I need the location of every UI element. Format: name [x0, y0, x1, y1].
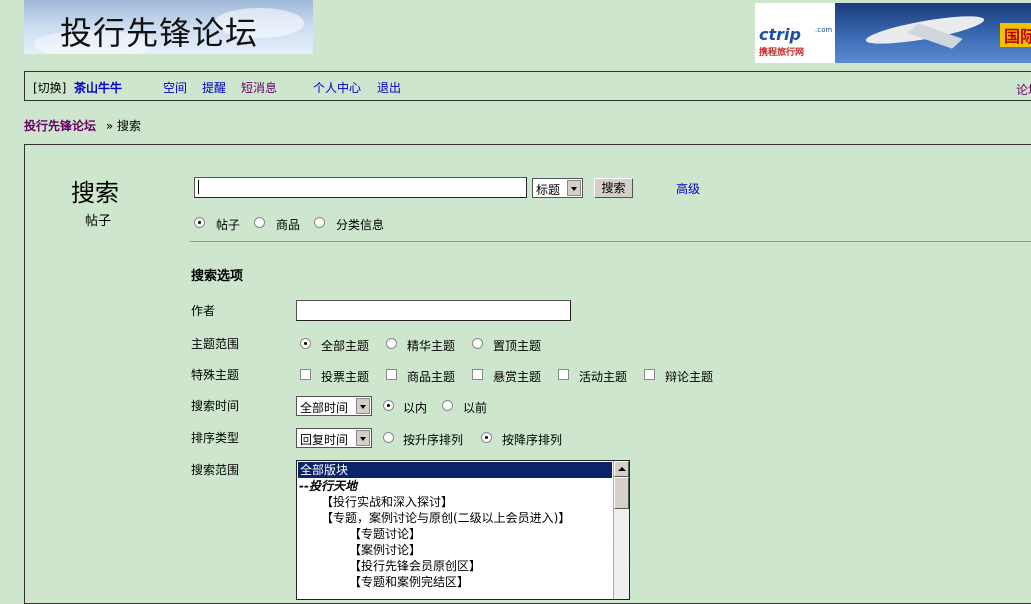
time-within-radio[interactable] [383, 400, 394, 411]
sort-asc-radio[interactable] [383, 432, 394, 443]
time-within-label: 以内 [403, 401, 428, 415]
chevron-down-icon [567, 180, 581, 196]
special-goods-label: 商品主题 [407, 370, 456, 384]
range-sticky-label: 置顶主题 [493, 339, 542, 353]
listbox-option[interactable]: 【投行先锋会员原创区】 [349, 558, 481, 574]
scroll-up-icon[interactable] [614, 461, 629, 477]
type-classified-label: 分类信息 [336, 218, 385, 232]
search-input[interactable] [194, 177, 527, 198]
nav-messages-link[interactable]: 短消息 [241, 79, 277, 96]
range-digest-radio[interactable] [386, 338, 397, 349]
special-topic-label: 特殊主题 [191, 368, 240, 382]
special-debate-checkbox[interactable] [644, 369, 655, 380]
switch-user-label[interactable]: [切换] [33, 79, 66, 96]
breadcrumb-separator: » [105, 119, 114, 133]
listbox-scrollbar[interactable] [613, 461, 629, 599]
special-reward-label: 悬赏主题 [493, 370, 542, 384]
listbox-option[interactable]: --投行天地 [299, 478, 357, 494]
special-activity-label: 活动主题 [579, 370, 628, 384]
ad-tagline: 国际 [1000, 23, 1031, 47]
username-link[interactable]: 茶山牛牛 [74, 79, 122, 96]
ad-brand-cn: 携程旅行网 [759, 48, 805, 58]
logo-title: 投行先锋论坛 [60, 14, 259, 52]
topic-range-label: 主题范围 [191, 337, 240, 351]
type-classified-radio[interactable] [314, 217, 325, 228]
range-sticky-radio[interactable] [472, 338, 483, 349]
sort-asc-label: 按升序排列 [403, 433, 464, 447]
options-section-title: 搜索选项 [191, 269, 244, 284]
listbox-option[interactable]: 全部版块 [298, 462, 612, 478]
time-before-label: 以前 [463, 401, 488, 415]
range-digest-label: 精华主题 [407, 339, 456, 353]
breadcrumb: 投行先锋论坛 » 搜索 [24, 117, 141, 134]
nav-forum-link[interactable]: 论坛 [1016, 81, 1031, 98]
nav-space-link[interactable]: 空间 [163, 79, 187, 96]
chevron-down-icon [356, 398, 370, 414]
page-subtitle: 帖子 [85, 214, 112, 229]
divider [190, 241, 1031, 242]
sort-type-value: 回复时间 [300, 433, 349, 447]
special-goods-checkbox[interactable] [386, 369, 397, 380]
search-button[interactable]: 搜索 [594, 178, 633, 198]
ctrip-ad-banner[interactable]: ctrip .com 携程旅行网 国际 [755, 3, 1031, 63]
special-debate-label: 辩论主题 [665, 370, 714, 384]
sort-desc-label: 按降序排列 [502, 433, 563, 447]
nav-logout-link[interactable]: 退出 [377, 79, 401, 96]
ad-brand-suffix: .com [815, 26, 833, 34]
scrollbar-thumb[interactable] [614, 477, 629, 509]
sort-type-label: 排序类型 [191, 431, 240, 445]
range-all-radio[interactable] [300, 338, 311, 349]
time-before-radio[interactable] [442, 400, 453, 411]
forum-logo[interactable]: 投行先锋论坛 [24, 0, 313, 54]
range-all-label: 全部主题 [321, 339, 370, 353]
chevron-down-icon [356, 430, 370, 446]
search-scope-select[interactable]: 标题 [532, 178, 583, 198]
sort-desc-radio[interactable] [481, 432, 492, 443]
type-posts-radio[interactable] [194, 217, 205, 228]
nav-reminders-link[interactable]: 提醒 [202, 79, 226, 96]
author-input[interactable] [296, 300, 571, 321]
breadcrumb-current: 搜索 [117, 119, 142, 133]
type-posts-label: 帖子 [216, 218, 241, 232]
listbox-option[interactable]: 【投行实战和深入探讨】 [321, 494, 453, 510]
search-time-select[interactable]: 全部时间 [296, 396, 372, 416]
forum-range-listbox[interactable]: 全部版块 --投行天地 【投行实战和深入探讨】 【专题，案例讨论与原创(二级以上… [296, 460, 630, 600]
type-goods-label: 商品 [276, 218, 301, 232]
user-nav-bar: [切换] 茶山牛牛 空间 提醒 短消息 个人中心 退出 论坛 [24, 71, 1031, 101]
search-scope-value: 标题 [536, 183, 561, 197]
special-activity-checkbox[interactable] [558, 369, 569, 380]
special-poll-label: 投票主题 [321, 370, 370, 384]
search-time-value: 全部时间 [300, 401, 349, 415]
type-goods-radio[interactable] [254, 217, 265, 228]
nav-user-center-link[interactable]: 个人中心 [313, 79, 361, 96]
special-poll-checkbox[interactable] [300, 369, 311, 380]
listbox-option[interactable]: 【专题，案例讨论与原创(二级以上会员进入)】 [321, 510, 570, 526]
advanced-search-link[interactable]: 高级 [676, 180, 700, 197]
listbox-option[interactable]: 【专题讨论】 [349, 526, 421, 542]
listbox-option[interactable]: 【案例讨论】 [349, 542, 421, 558]
sort-type-select[interactable]: 回复时间 [296, 428, 372, 448]
search-range-label: 搜索范围 [191, 463, 240, 477]
ad-brand: ctrip [759, 25, 801, 44]
text-caret [198, 180, 199, 194]
breadcrumb-home-link[interactable]: 投行先锋论坛 [24, 119, 96, 133]
search-time-label: 搜索时间 [191, 399, 240, 413]
author-label: 作者 [191, 304, 216, 318]
listbox-option[interactable]: 【专题和案例完结区】 [349, 574, 469, 590]
special-reward-checkbox[interactable] [472, 369, 483, 380]
page-title: 搜索 [71, 179, 119, 207]
